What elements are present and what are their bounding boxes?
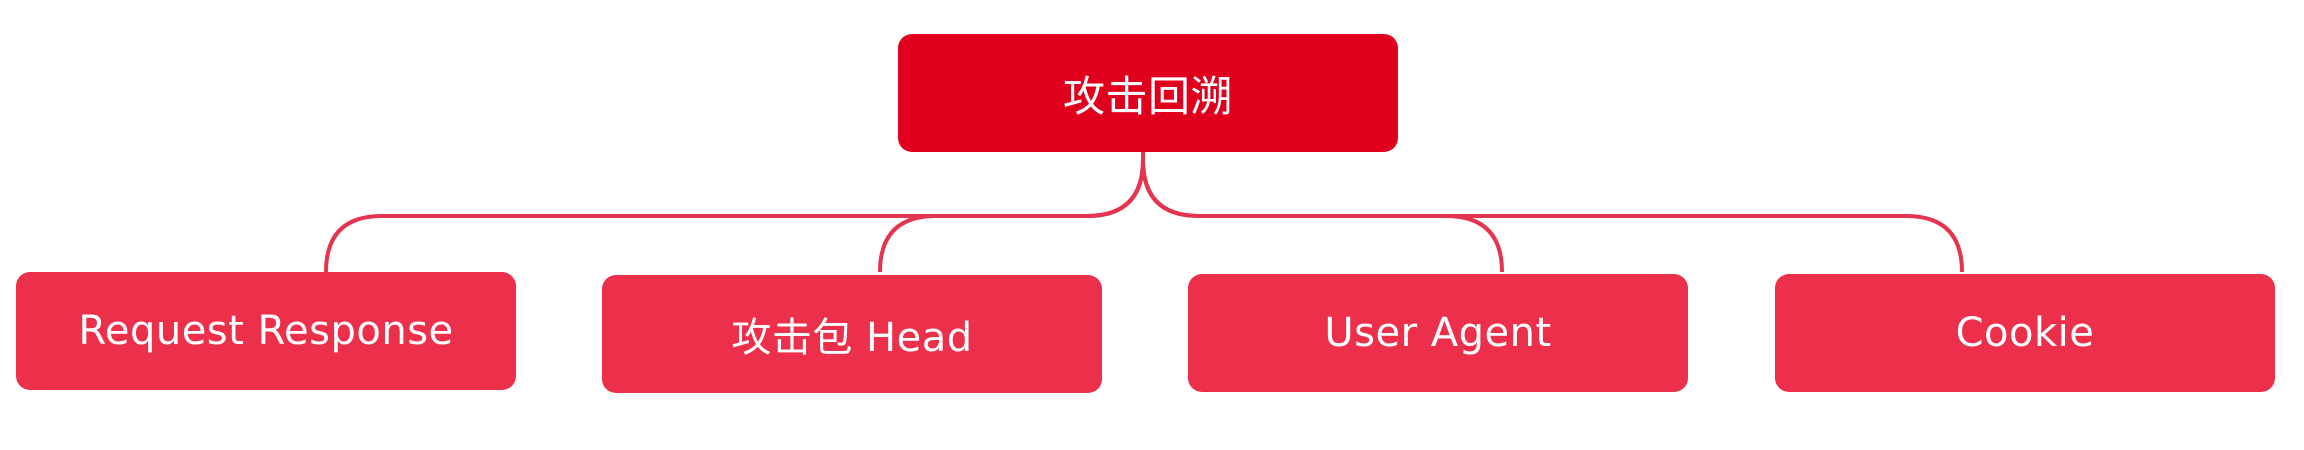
child-node-label: 攻击包 Head [731, 315, 973, 361]
root-node-label: 攻击回溯 [1062, 71, 1233, 121]
tree-diagram: 攻击回溯 Request Response 攻击包 Head User Agen… [0, 0, 2304, 450]
child-node-user-agent: User Agent [1188, 274, 1688, 392]
child-node-label: Cookie [1955, 310, 2095, 356]
connector-to-attack-packet-head [878, 152, 1145, 273]
child-node-label: User Agent [1324, 310, 1552, 356]
child-node-request-response: Request Response [16, 272, 516, 390]
child-node-cookie: Cookie [1775, 274, 2275, 392]
root-node: 攻击回溯 [898, 34, 1398, 152]
child-node-label: Request Response [78, 308, 454, 354]
connector-to-request-response [324, 152, 1145, 273]
connector-to-cookie [1141, 152, 1964, 273]
child-node-attack-packet-head: 攻击包 Head [602, 275, 1102, 393]
connector-to-user-agent [1141, 152, 1504, 273]
